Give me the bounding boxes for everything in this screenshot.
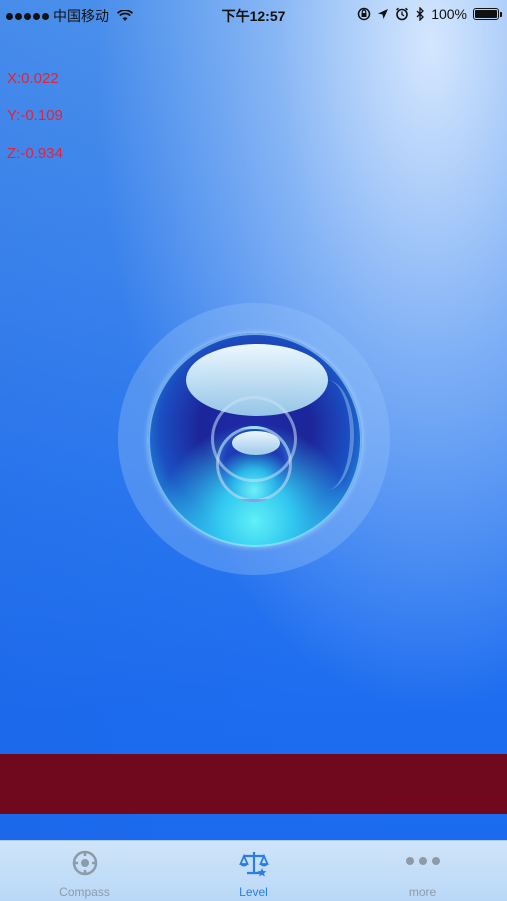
battery-percentage: 100% — [431, 6, 467, 22]
level-target-ring — [211, 396, 297, 482]
compass-icon — [72, 850, 97, 876]
rotation-lock-icon — [357, 7, 371, 21]
tab-compass[interactable]: Compass — [0, 841, 169, 901]
more-dots-icon — [405, 857, 440, 865]
level-scale-icon — [238, 852, 269, 877]
alarm-clock-icon — [396, 7, 409, 21]
location-arrow-icon — [378, 9, 389, 19]
tab-more[interactable]: more — [338, 841, 507, 901]
tab-level-label: Level — [239, 885, 268, 899]
tab-compass-label: Compass — [59, 885, 110, 899]
tab-more-label: more — [408, 885, 437, 899]
status-bar-right: 100% — [357, 6, 502, 22]
status-bar: 中国移动 下午12:57 100% — [0, 0, 507, 28]
z-axis-readout: Z:-0.934 — [7, 145, 63, 162]
x-axis-readout: X:0.022 — [7, 70, 59, 87]
tab-level[interactable]: Level — [169, 841, 338, 901]
bluetooth-icon — [416, 7, 425, 21]
sphere-reflection — [300, 380, 354, 490]
tab-bar: Compass Level more — [0, 840, 507, 901]
y-axis-readout: Y:-0.109 — [7, 107, 63, 124]
ad-banner[interactable] — [0, 754, 507, 814]
battery-icon — [473, 8, 502, 20]
